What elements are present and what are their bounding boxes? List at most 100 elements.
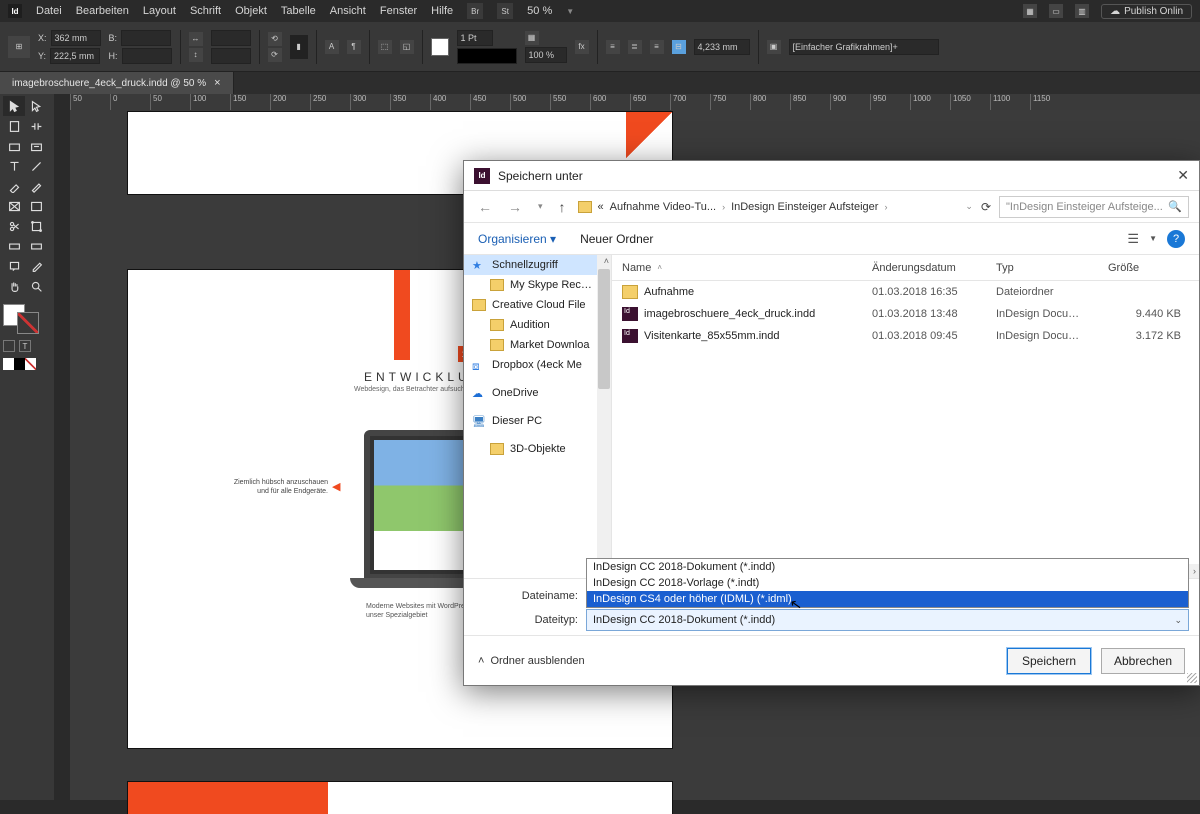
rectangle-frame-tool[interactable] <box>3 196 25 216</box>
h-field[interactable] <box>122 48 172 64</box>
scroll-right-icon[interactable]: › <box>1190 566 1199 576</box>
tree-item[interactable]: 🖥Dieser PC <box>464 411 611 431</box>
align-left-icon[interactable]: ≡ <box>606 40 620 54</box>
eyedropper-tool[interactable] <box>25 256 47 276</box>
menu-datei[interactable]: Datei <box>36 5 62 17</box>
nav-history-button[interactable]: ▾ <box>534 201 547 212</box>
tree-item[interactable]: Market Downloa <box>464 335 611 355</box>
tree-item[interactable]: Creative Cloud File <box>464 295 611 315</box>
rotate-cw-icon[interactable]: ⟳ <box>268 48 282 62</box>
screen-mode-icon[interactable]: ▭ <box>1049 4 1063 18</box>
save-button[interactable]: Speichern <box>1007 648 1091 674</box>
filetype-option-idml[interactable]: InDesign CS4 oder höher (IDML) (*.idml) <box>587 591 1188 607</box>
tree-item[interactable]: 3D-Objekte <box>464 439 611 459</box>
view-mode-dropdown[interactable]: ▼ <box>1149 234 1157 243</box>
nav-up-button[interactable]: ↑ <box>555 199 570 215</box>
search-field[interactable]: "InDesign Einsteiger Aufsteige... 🔍 <box>999 196 1189 218</box>
align-stroke-icon[interactable]: ▦ <box>525 31 539 45</box>
document-tab[interactable]: imagebroschuere_4eck_druck.indd @ 50 % × <box>0 72 234 94</box>
align-center-icon[interactable]: ≣ <box>628 40 642 54</box>
filetype-select[interactable]: InDesign CC 2018-Dokument (*.indd)⌄ <box>586 609 1189 631</box>
stock-button[interactable]: St <box>497 3 513 19</box>
col-size[interactable]: Größe <box>1098 262 1199 274</box>
flip-icon[interactable]: ▮ <box>290 35 308 59</box>
menu-layout[interactable]: Layout <box>143 5 176 17</box>
tree-item[interactable]: My Skype Rec… <box>464 275 611 295</box>
w-field[interactable] <box>121 30 171 46</box>
reference-point-icon[interactable]: ⊞ <box>8 36 30 58</box>
free-transform-tool[interactable] <box>25 216 47 236</box>
crumb-dropdown-icon[interactable]: ⌄ <box>965 201 973 212</box>
color-apply-mode[interactable]: T <box>3 340 47 352</box>
crumb-segment-2[interactable]: InDesign Einsteiger Aufsteiger <box>731 201 878 213</box>
hand-tool[interactable] <box>3 276 25 296</box>
col-type[interactable]: Typ <box>986 262 1098 274</box>
help-button[interactable]: ? <box>1167 230 1185 248</box>
zoom-tool[interactable] <box>25 276 47 296</box>
refresh-button[interactable]: ⟳ <box>981 200 991 214</box>
dialog-close-button[interactable]: ✕ <box>1177 167 1189 184</box>
hide-folders-toggle[interactable]: ˄Ordner ausblenden <box>478 655 585 667</box>
tree-item[interactable]: ⧈Dropbox (4eck Me <box>464 355 611 375</box>
scroll-thumb[interactable] <box>598 269 610 389</box>
scissors-tool[interactable] <box>3 216 25 236</box>
align-right-icon[interactable]: ≡ <box>650 40 664 54</box>
new-folder-button[interactable]: Neuer Ordner <box>580 232 653 246</box>
close-tab-icon[interactable]: × <box>214 77 220 89</box>
col-name[interactable]: Name˄ <box>612 262 862 274</box>
organize-button[interactable]: Organisieren ▾ <box>478 232 556 246</box>
note-tool[interactable] <box>3 256 25 276</box>
menu-fenster[interactable]: Fenster <box>380 5 417 17</box>
color-mode-strip[interactable] <box>3 358 47 370</box>
para-icon[interactable]: ¶ <box>347 40 361 54</box>
crumb-segment-1[interactable]: Aufnahme Video-Tu... <box>610 201 716 213</box>
opacity-field[interactable]: 100 % <box>525 47 567 63</box>
menu-schrift[interactable]: Schrift <box>190 5 221 17</box>
tree-item[interactable]: ★Schnellzugriff <box>464 255 611 275</box>
resize-grip[interactable] <box>1187 673 1197 683</box>
page-tool[interactable] <box>3 116 25 136</box>
frame-fit-icon[interactable]: ▣ <box>767 40 781 54</box>
stroke-weight-field[interactable]: 1 Pt <box>457 30 493 46</box>
file-row[interactable]: Aufnahme01.03.2018 16:35Dateiordner <box>612 281 1199 303</box>
rectangle-tool[interactable] <box>25 196 47 216</box>
col-date[interactable]: Änderungsdatum <box>862 262 986 274</box>
distribute-icon[interactable]: ⊟ <box>672 40 686 54</box>
selection-tool[interactable] <box>3 96 25 116</box>
content-placer-tool[interactable] <box>25 136 47 156</box>
file-row[interactable]: Visitenkarte_85x55mm.indd01.03.2018 09:4… <box>612 325 1199 347</box>
type-tool[interactable] <box>3 156 25 176</box>
nav-back-button[interactable]: ← <box>474 199 496 215</box>
breadcrumb[interactable]: « Aufnahme Video-Tu... › InDesign Einste… <box>578 201 973 213</box>
pen-tool[interactable] <box>3 176 25 196</box>
spacing-field[interactable]: 4,233 mm <box>694 39 750 55</box>
view-mode-button[interactable]: ☰ <box>1127 231 1139 247</box>
nav-forward-button[interactable]: → <box>504 199 526 215</box>
menu-hilfe[interactable]: Hilfe <box>431 5 453 17</box>
rotate-ccw-icon[interactable]: ⟲ <box>268 32 282 46</box>
gap-tool[interactable] <box>25 116 47 136</box>
menu-objekt[interactable]: Objekt <box>235 5 267 17</box>
content-collector-tool[interactable] <box>3 136 25 156</box>
cancel-button[interactable]: Abbrechen <box>1101 648 1185 674</box>
object-style-field[interactable]: [Einfacher Grafikrahmen]+ <box>789 39 939 55</box>
chevron-down-icon[interactable]: ▼ <box>566 7 574 16</box>
scale-y-field[interactable] <box>211 48 251 64</box>
direct-selection-tool[interactable] <box>25 96 47 116</box>
y-field[interactable]: 222,5 mm <box>50 48 100 64</box>
text-wrap-icon[interactable]: ⬚ <box>378 40 392 54</box>
fill-swatch[interactable] <box>431 38 449 56</box>
file-row[interactable]: imagebroschuere_4eck_druck.indd01.03.201… <box>612 303 1199 325</box>
tree-scrollbar[interactable]: ˄ ˅ <box>597 255 611 578</box>
tree-item[interactable]: ☁OneDrive <box>464 383 611 403</box>
corner-icon[interactable]: ◱ <box>400 40 414 54</box>
menu-ansicht[interactable]: Ansicht <box>330 5 366 17</box>
x-field[interactable]: 362 mm <box>51 30 101 46</box>
publish-online-button[interactable]: ☁Publish Onlin <box>1101 4 1192 19</box>
menu-bearbeiten[interactable]: Bearbeiten <box>76 5 129 17</box>
menu-tabelle[interactable]: Tabelle <box>281 5 316 17</box>
scale-y-icon[interactable]: ↕ <box>189 48 203 62</box>
tree-item[interactable]: Audition <box>464 315 611 335</box>
pencil-tool[interactable] <box>25 176 47 196</box>
gradient-swatch-tool[interactable] <box>3 236 25 256</box>
